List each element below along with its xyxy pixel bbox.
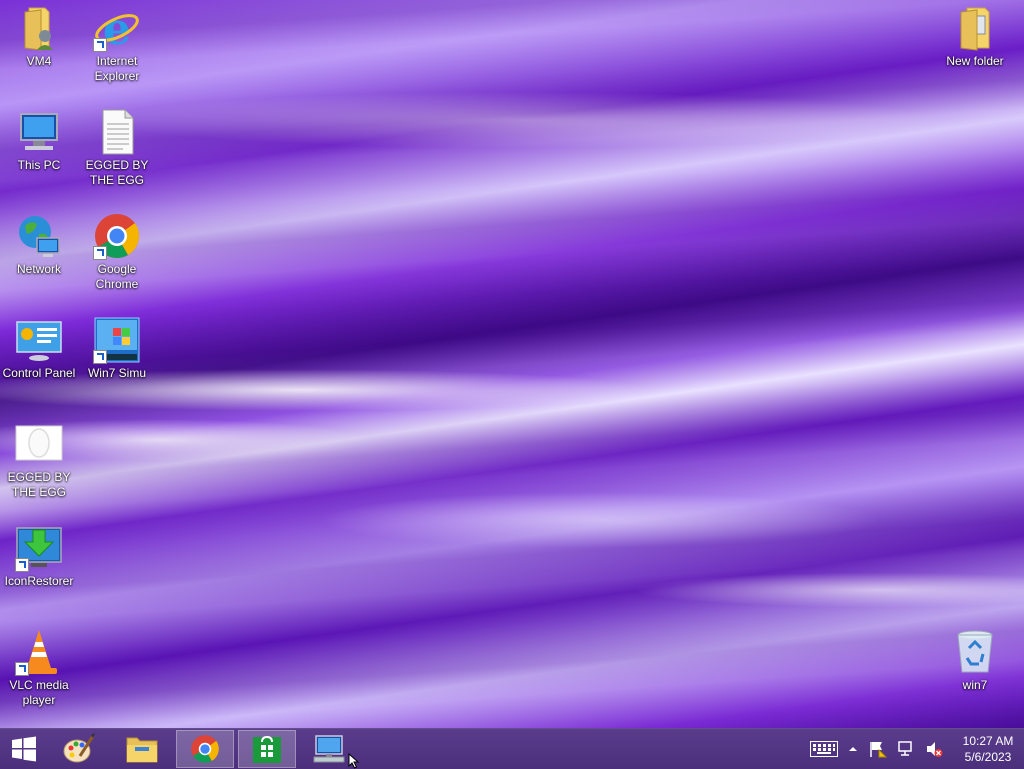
egg-image-icon xyxy=(15,420,63,468)
shortcut-arrow-icon xyxy=(15,558,29,572)
shortcut-arrow-icon xyxy=(93,38,107,52)
icon-label: win7 xyxy=(962,678,988,692)
mouse-cursor-icon xyxy=(348,753,360,769)
desktop-icon-vlc[interactable]: VLC media player xyxy=(0,626,78,708)
desktop-icon-this-pc[interactable]: This PC xyxy=(0,106,78,173)
icon-label: VM4 xyxy=(26,54,52,68)
desktop-icon-google-chrome[interactable]: Google Chrome xyxy=(78,210,156,292)
desktop-icon-egged-file[interactable]: EGGED BY THE EGG xyxy=(78,106,156,188)
win7-simulator-icon xyxy=(93,316,141,364)
icon-label: IconRestorer xyxy=(4,574,74,588)
shortcut-arrow-icon xyxy=(15,662,29,676)
desktop-icon-internet-explorer[interactable]: e Internet Explorer xyxy=(78,2,156,84)
icon-label: Win7 Simu xyxy=(87,366,146,380)
icon-label: EGGED BY THE EGG xyxy=(7,470,71,499)
desktop-icon-vm4[interactable]: VM4 xyxy=(0,2,78,69)
chrome-icon xyxy=(191,735,219,763)
text-file-icon xyxy=(93,108,141,156)
icon-label: New folder xyxy=(946,54,1004,68)
paint-icon xyxy=(63,733,95,763)
windows-logo-icon xyxy=(12,736,36,762)
volume-muted-icon[interactable] xyxy=(923,740,945,758)
clock-date: 5/6/2023 xyxy=(964,750,1012,764)
icon-restorer-icon xyxy=(15,524,63,572)
file-explorer-icon xyxy=(126,737,158,763)
taskbar-file-explorer-button[interactable] xyxy=(113,730,171,768)
taskbar-clock[interactable]: 10:27 AM 5/6/2023 xyxy=(952,733,1024,765)
desktop-icon-win7-simu[interactable]: Win7 Simu xyxy=(78,314,156,381)
icon-label: This PC xyxy=(17,158,61,172)
network-status-icon[interactable] xyxy=(895,740,917,758)
desktop-icon-recycle-bin[interactable]: win7 xyxy=(936,626,1014,693)
folder-icon xyxy=(951,4,999,52)
svg-text:e: e xyxy=(103,4,131,52)
icon-label: Network xyxy=(16,262,61,276)
user-folder-icon xyxy=(15,4,63,52)
start-button[interactable] xyxy=(0,730,48,768)
icon-label: Google Chrome xyxy=(95,262,139,291)
taskbar-paint-button[interactable] xyxy=(50,730,108,768)
control-panel-icon xyxy=(15,316,63,364)
clock-time: 10:27 AM xyxy=(962,734,1014,748)
taskbar-chrome-button[interactable] xyxy=(176,730,234,768)
desktop-icon-iconrestorer[interactable]: IconRestorer xyxy=(0,522,78,589)
desktop-icon-egged-image[interactable]: EGGED BY THE EGG xyxy=(0,418,78,500)
icon-label: Internet Explorer xyxy=(94,54,140,83)
desktop-icon-new-folder[interactable]: New folder xyxy=(936,2,1014,69)
shortcut-arrow-icon xyxy=(93,246,107,260)
icon-label: Control Panel xyxy=(2,366,76,380)
store-icon xyxy=(253,735,281,763)
desktop-icon-network[interactable]: Network xyxy=(0,210,78,277)
icon-label: EGGED BY THE EGG xyxy=(85,158,149,187)
touch-keyboard-icon[interactable] xyxy=(809,740,839,758)
internet-explorer-icon: e xyxy=(93,4,141,55)
system-tray: 10:27 AM 5/6/2023 xyxy=(806,729,1024,769)
chrome-icon xyxy=(93,212,141,260)
network-icon xyxy=(15,212,63,260)
vlc-cone-icon xyxy=(15,628,63,676)
computer-icon xyxy=(15,108,63,156)
action-center-flag-icon[interactable] xyxy=(867,740,889,758)
recycle-bin-icon xyxy=(951,628,999,676)
remote-desktop-icon xyxy=(313,735,345,763)
desktop-icon-control-panel[interactable]: Control Panel xyxy=(0,314,78,381)
desktop[interactable]: VM4 e Internet Explorer This PC EGGED BY… xyxy=(0,0,1024,728)
taskbar-store-button[interactable] xyxy=(238,730,296,768)
shortcut-arrow-icon xyxy=(93,350,107,364)
icon-label: VLC media player xyxy=(9,678,69,707)
show-hidden-icons-chevron-icon[interactable] xyxy=(845,740,861,758)
taskbar: 10:27 AM 5/6/2023 xyxy=(0,728,1024,769)
